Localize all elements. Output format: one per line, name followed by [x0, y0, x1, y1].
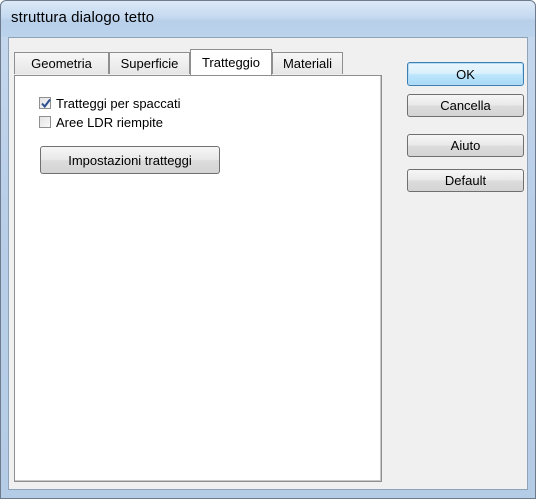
tab-label: Superficie — [120, 56, 179, 71]
dialog-client-area: Geometria Superficie Tratteggio Material… — [8, 37, 528, 490]
button-label: Impostazioni tratteggi — [68, 152, 192, 168]
window-title: struttura dialogo tetto — [11, 9, 155, 26]
checkbox-box[interactable] — [39, 116, 51, 128]
dialog-window: struttura dialogo tetto Geometria Superf… — [0, 0, 536, 499]
tratteggio-tab-panel: Tratteggi per spaccati Aree LDR riempite… — [14, 75, 382, 482]
checkbox-aree-ldr-riempite[interactable]: Aree LDR riempite — [39, 113, 163, 131]
tab-label: Tratteggio — [201, 55, 261, 70]
checkmark-icon — [41, 98, 51, 109]
default-button[interactable]: Default — [407, 169, 524, 192]
tab-geometria[interactable]: Geometria — [14, 52, 109, 74]
button-label: Cancella — [440, 98, 491, 113]
button-label: Default — [444, 173, 487, 188]
button-label: Aiuto — [450, 138, 481, 153]
tab-label: Geometria — [31, 56, 92, 71]
tab-materiali[interactable]: Materiali — [272, 52, 343, 74]
checkbox-label: Tratteggi per spaccati — [56, 95, 181, 111]
impostazioni-tratteggi-button[interactable]: Impostazioni tratteggi — [40, 146, 220, 174]
checkbox-box[interactable] — [39, 97, 51, 109]
button-label: OK — [456, 66, 475, 82]
help-button[interactable]: Aiuto — [407, 134, 524, 157]
cancel-button[interactable]: Cancella — [407, 94, 524, 117]
checkbox-label: Aree LDR riempite — [56, 114, 163, 130]
tab-superficie[interactable]: Superficie — [109, 52, 190, 74]
checkbox-tratteggi-per-spaccati[interactable]: Tratteggi per spaccati — [39, 94, 181, 112]
tab-label: Materiali — [282, 56, 333, 71]
title-bar[interactable]: struttura dialogo tetto — [1, 1, 535, 37]
tab-tratteggio[interactable]: Tratteggio — [190, 49, 272, 75]
ok-button[interactable]: OK — [407, 62, 524, 86]
